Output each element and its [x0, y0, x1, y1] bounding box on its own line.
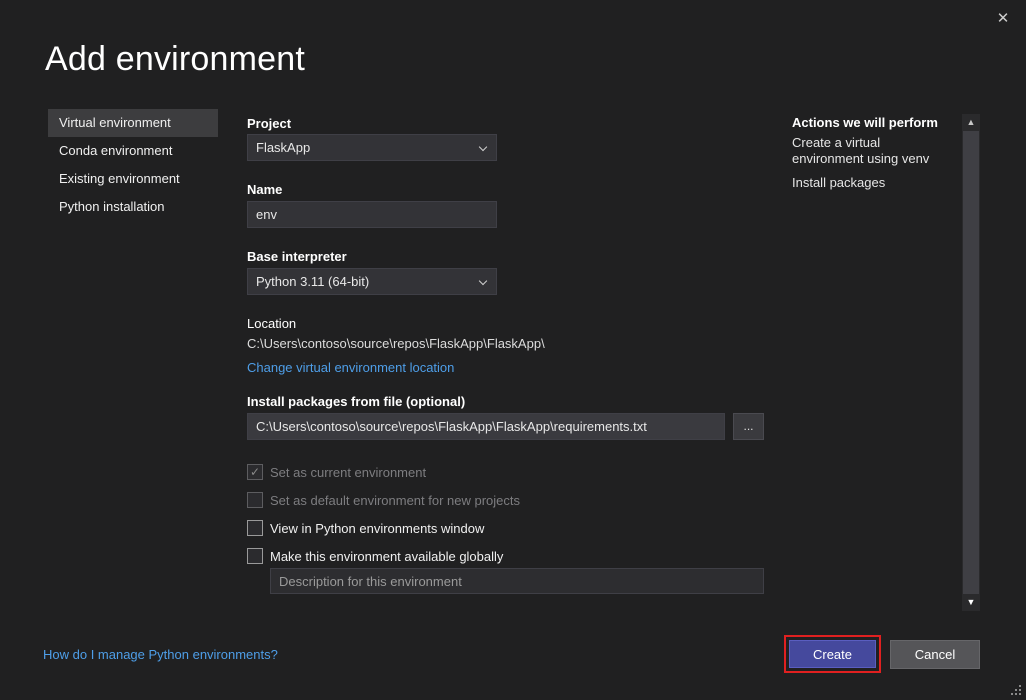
checkbox-unchecked-icon [247, 492, 263, 508]
sidebar-item-virtual-environment[interactable]: Virtual environment [48, 109, 218, 137]
base-interpreter-dropdown[interactable]: Python 3.11 (64-bit) [247, 268, 497, 295]
project-dropdown[interactable]: FlaskApp [247, 134, 497, 161]
checkbox-label: Set as current environment [270, 465, 426, 480]
checkbox-row-set-default: Set as default environment for new proje… [247, 486, 520, 514]
environment-type-list: Virtual environment Conda environment Ex… [48, 109, 218, 221]
chevron-down-icon [479, 143, 487, 151]
actions-panel-item: Install packages [792, 175, 950, 191]
chevron-down-icon [479, 277, 487, 285]
checkbox-unchecked-icon[interactable] [247, 548, 263, 564]
actions-panel-title: Actions we will perform [792, 115, 950, 130]
checkbox-label[interactable]: View in Python environments window [270, 521, 484, 536]
checkbox-label: Set as default environment for new proje… [270, 493, 520, 508]
project-label: Project [247, 116, 291, 131]
checkbox-row-available-globally[interactable]: Make this environment available globally [247, 542, 520, 570]
checkbox-label[interactable]: Make this environment available globally [270, 549, 503, 564]
actions-panel-item: Create a virtual environment using venv [792, 135, 950, 167]
close-icon[interactable]: ✕ [992, 8, 1014, 30]
location-path: C:\Users\contoso\source\repos\FlaskApp\F… [247, 336, 545, 351]
sidebar-item-existing-environment[interactable]: Existing environment [48, 165, 218, 193]
description-input[interactable] [270, 568, 764, 594]
base-interpreter-dropdown-value: Python 3.11 (64-bit) [256, 274, 369, 289]
highlight-annotation: Create [784, 635, 881, 673]
checkbox-row-set-current: ✓ Set as current environment [247, 458, 520, 486]
scroll-up-icon[interactable]: ▲ [962, 114, 980, 131]
scrollbar[interactable]: ▲ ▼ [962, 114, 980, 611]
scrollbar-thumb[interactable] [963, 131, 979, 594]
name-input[interactable] [247, 201, 497, 228]
browse-button[interactable]: ... [733, 413, 764, 440]
sidebar-item-python-installation[interactable]: Python installation [48, 193, 218, 221]
checkbox-checked-icon: ✓ [247, 464, 263, 480]
checkbox-row-view-environments[interactable]: View in Python environments window [247, 514, 520, 542]
install-packages-label: Install packages from file (optional) [247, 394, 465, 409]
actions-panel: Actions we will perform Create a virtual… [792, 115, 950, 199]
requirements-file-input[interactable] [247, 413, 725, 440]
cancel-button[interactable]: Cancel [890, 640, 980, 669]
change-location-link[interactable]: Change virtual environment location [247, 360, 454, 375]
resize-grip-icon[interactable] [1011, 685, 1023, 697]
scroll-down-icon[interactable]: ▼ [962, 594, 980, 611]
create-button[interactable]: Create [789, 640, 876, 668]
help-link[interactable]: How do I manage Python environments? [43, 647, 278, 662]
dialog-title: Add environment [45, 40, 305, 79]
options-checkbox-group: ✓ Set as current environment Set as defa… [247, 458, 520, 570]
name-label: Name [247, 182, 282, 197]
project-dropdown-value: FlaskApp [256, 140, 310, 155]
checkbox-unchecked-icon[interactable] [247, 520, 263, 536]
location-label: Location [247, 316, 296, 331]
base-interpreter-label: Base interpreter [247, 249, 347, 264]
sidebar-item-conda-environment[interactable]: Conda environment [48, 137, 218, 165]
